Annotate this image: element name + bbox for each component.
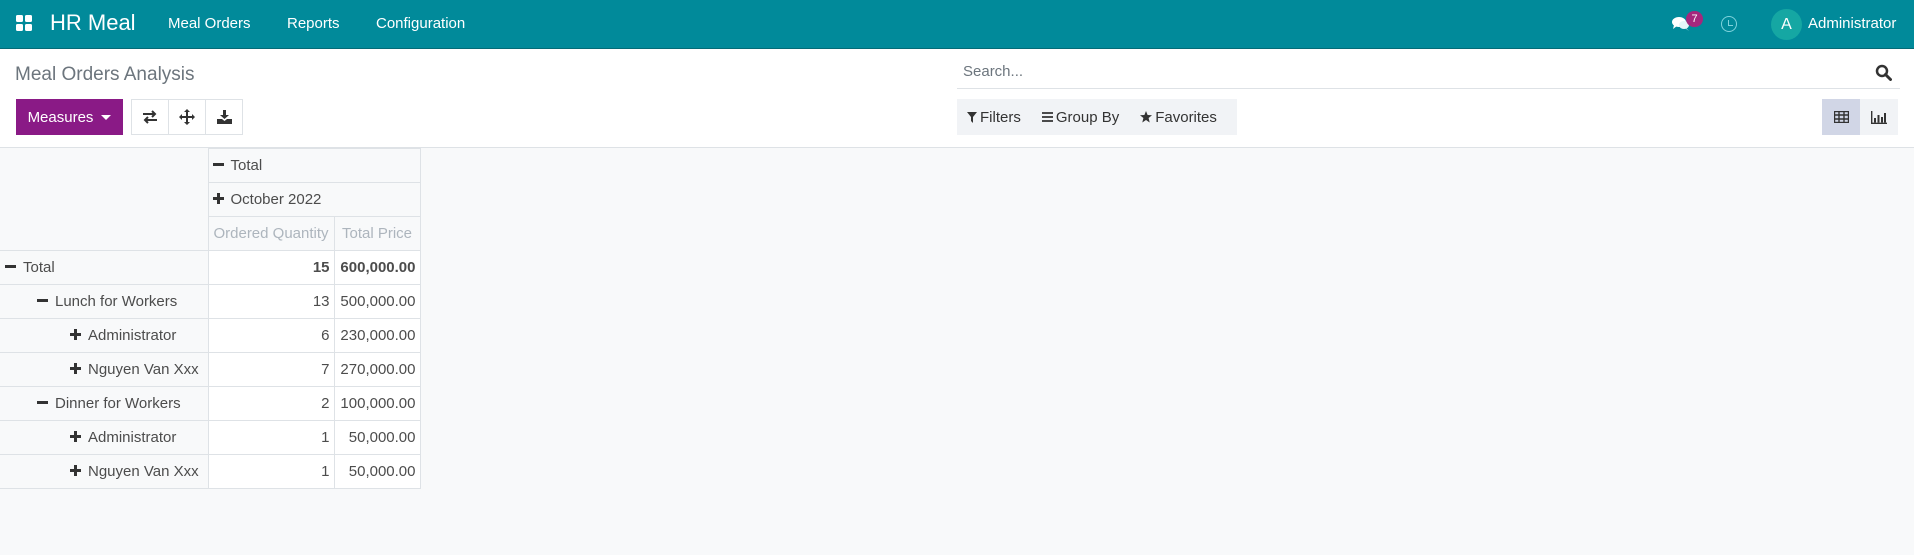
table-row: Administrator 6 230,000.00 xyxy=(0,318,421,353)
messages-badge: 7 xyxy=(1686,11,1703,27)
favorites-label: Favorites xyxy=(1155,108,1217,126)
pivot-table: Total October 2022 Ordered Quantity Tota… xyxy=(0,148,421,489)
expand-icon xyxy=(70,430,81,442)
pivot-corner xyxy=(0,148,209,251)
group-by-button[interactable]: Group By xyxy=(1032,99,1130,135)
table-icon xyxy=(1833,111,1849,123)
search-bar xyxy=(957,57,1900,89)
row-header-label: Dinner for Workers xyxy=(55,395,181,412)
cell-total-price[interactable]: 600,000.00 xyxy=(333,250,421,285)
menu-reports[interactable]: Reports xyxy=(287,15,340,32)
table-row: Nguyen Van Xxx 7 270,000.00 xyxy=(0,352,421,387)
row-header[interactable]: Lunch for Workers xyxy=(0,284,209,319)
cell-ordered-quantity[interactable]: 7 xyxy=(207,352,335,387)
row-header-label: Nguyen Van Xxx xyxy=(88,361,199,378)
row-header-label: Administrator xyxy=(88,327,177,344)
activity-clock-icon[interactable] xyxy=(1721,16,1737,32)
filters-label: Filters xyxy=(980,108,1021,126)
row-header-label: Nguyen Van Xxx xyxy=(88,463,199,480)
filter-icon xyxy=(967,111,977,123)
table-row: Dinner for Workers 2 100,000.00 xyxy=(0,386,421,421)
search-input[interactable] xyxy=(963,63,1843,80)
measure-header-quantity[interactable]: Ordered Quantity xyxy=(207,216,335,251)
bar-chart-icon xyxy=(1871,110,1887,124)
caret-down-icon xyxy=(101,114,112,120)
filter-bar: Filters Group By Favorites xyxy=(957,99,1237,135)
apps-menu-icon[interactable] xyxy=(16,15,32,31)
col-header-total[interactable]: Total xyxy=(207,148,421,183)
row-header-label: Administrator xyxy=(88,429,177,446)
collapse-icon xyxy=(37,298,48,302)
row-header-label: Total xyxy=(23,259,55,276)
cell-total-price[interactable]: 100,000.00 xyxy=(333,386,421,421)
cell-total-price[interactable]: 50,000.00 xyxy=(333,420,421,455)
cell-total-price[interactable]: 50,000.00 xyxy=(333,454,421,489)
bars-icon xyxy=(1041,112,1053,122)
row-header[interactable]: Administrator xyxy=(0,318,209,353)
user-menu[interactable]: Administrator xyxy=(1808,15,1896,32)
star-icon xyxy=(1140,111,1153,123)
table-row: Administrator 1 50,000.00 xyxy=(0,420,421,455)
download-button[interactable] xyxy=(205,99,243,135)
col-header-month[interactable]: October 2022 xyxy=(207,182,421,217)
app-brand[interactable]: HR Meal xyxy=(50,10,136,36)
menu-meal-orders[interactable]: Meal Orders xyxy=(168,15,251,32)
top-navbar: HR Meal Meal Orders Reports Configuratio… xyxy=(0,0,1914,49)
pivot-view-button[interactable] xyxy=(1822,99,1860,135)
row-header[interactable]: Nguyen Van Xxx xyxy=(0,352,209,387)
flip-axis-icon xyxy=(143,110,157,124)
row-header[interactable]: Total xyxy=(0,250,209,285)
measure-header-price[interactable]: Total Price xyxy=(333,216,421,251)
filters-button[interactable]: Filters xyxy=(957,99,1032,135)
control-panel: Meal Orders Analysis Measures Search... … xyxy=(0,49,1914,148)
row-header[interactable]: Nguyen Van Xxx xyxy=(0,454,209,489)
cell-total-price[interactable]: 270,000.00 xyxy=(333,352,421,387)
graph-view-button[interactable] xyxy=(1860,99,1898,135)
avatar[interactable]: A xyxy=(1771,9,1802,40)
collapse-icon xyxy=(212,162,224,166)
table-row: Nguyen Van Xxx 1 50,000.00 xyxy=(0,454,421,489)
pivot-body: Total 15 600,000.00 Lunch for Workers 13 500,… xyxy=(0,250,421,489)
cell-ordered-quantity[interactable]: 6 xyxy=(207,318,335,353)
row-header[interactable]: Administrator xyxy=(0,420,209,455)
collapse-icon xyxy=(5,264,16,268)
measures-button[interactable]: Measures xyxy=(16,99,123,135)
cell-total-price[interactable]: 500,000.00 xyxy=(333,284,421,319)
col-header-total-label: Total xyxy=(230,157,263,174)
row-header[interactable]: Dinner for Workers xyxy=(0,386,209,421)
cell-ordered-quantity[interactable]: 1 xyxy=(207,454,335,489)
cell-total-price[interactable]: 230,000.00 xyxy=(333,318,421,353)
menu-configuration[interactable]: Configuration xyxy=(376,15,465,32)
expand-icon xyxy=(70,328,81,340)
favorites-button[interactable]: Favorites xyxy=(1130,99,1228,135)
page-title: Meal Orders Analysis xyxy=(15,64,195,85)
cell-ordered-quantity[interactable]: 1 xyxy=(207,420,335,455)
expand-all-button[interactable] xyxy=(168,99,206,135)
expand-icon xyxy=(212,192,224,204)
col-header-month-label: October 2022 xyxy=(230,191,322,208)
expand-icon xyxy=(70,464,81,476)
pivot-tools xyxy=(131,99,243,135)
view-switcher xyxy=(1822,99,1898,135)
cell-ordered-quantity[interactable]: 15 xyxy=(207,250,335,285)
expand-icon xyxy=(70,362,81,374)
cell-ordered-quantity[interactable]: 2 xyxy=(207,386,335,421)
row-header-label: Lunch for Workers xyxy=(55,293,178,310)
search-icon[interactable] xyxy=(1875,64,1892,81)
expand-all-icon xyxy=(179,109,195,125)
cell-ordered-quantity[interactable]: 13 xyxy=(207,284,335,319)
group-by-label: Group By xyxy=(1055,108,1120,126)
measures-label: Measures xyxy=(27,108,94,126)
table-row: Lunch for Workers 13 500,000.00 xyxy=(0,284,421,319)
table-row: Total 15 600,000.00 xyxy=(0,250,421,285)
collapse-icon xyxy=(37,400,48,404)
download-icon xyxy=(216,110,232,124)
flip-axis-button[interactable] xyxy=(131,99,169,135)
